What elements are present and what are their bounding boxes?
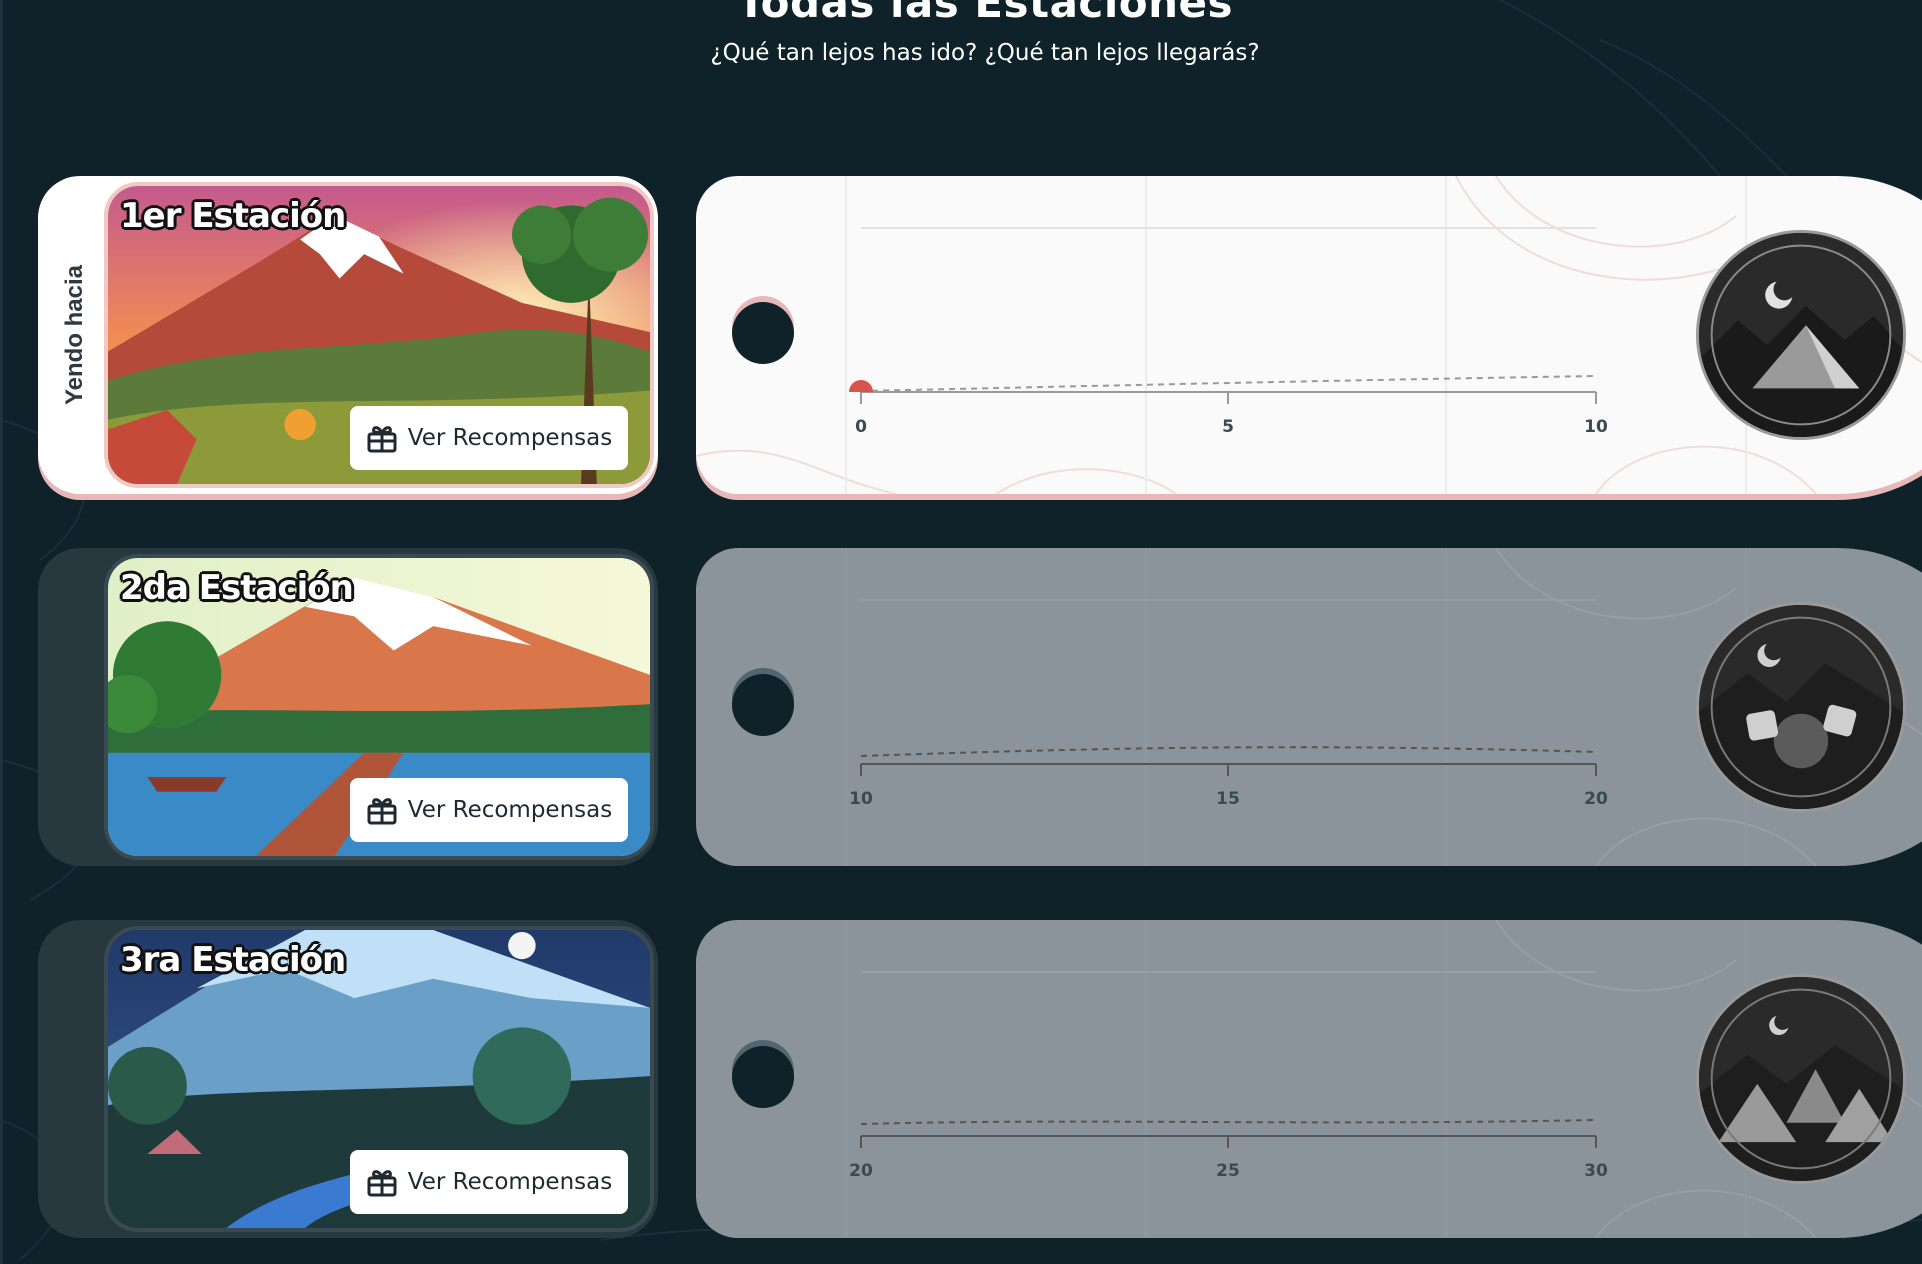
page-title: Todas las Estaciones (737, 0, 1233, 27)
gift-icon (367, 426, 397, 453)
view-rewards-label: Ver Recompensas (407, 1169, 613, 1195)
left-edge-border (0, 0, 3, 1264)
tick-label: 20 (849, 1161, 873, 1181)
station-1-image-card: Yendo hacia 1er Estación Ver Recompensas (38, 176, 658, 494)
tick-label: 20 (1584, 789, 1608, 809)
tick-label: 10 (1584, 417, 1608, 437)
station-3: 3ra Estación Ver Recompensas 20 25 30 (38, 920, 1922, 1238)
station-1-progress-card: 0 5 10 (696, 176, 1922, 494)
tick-label: 30 (1584, 1161, 1608, 1181)
view-rewards-button[interactable]: Ver Recompensas (350, 406, 628, 470)
station-2-title: 2da Estación (120, 568, 354, 608)
page-subtitle: ¿Qué tan lejos has ido? ¿Qué tan lejos l… (710, 40, 1260, 66)
gift-icon (367, 798, 397, 825)
tick-label: 5 (1222, 417, 1234, 437)
station-1: Yendo hacia 1er Estación Ver Recompensas… (38, 176, 1922, 494)
station-2: 2da Estación Ver Recompensas 10 15 20 (38, 548, 1922, 866)
gift-icon (367, 1170, 397, 1197)
station-1-title: 1er Estación (120, 196, 346, 236)
station-3-title: 3ra Estación (120, 940, 346, 980)
campsite-tents-icon (1696, 974, 1906, 1184)
view-rewards-label: Ver Recompensas (407, 797, 613, 823)
tick-label: 0 (855, 417, 867, 437)
view-rewards-button[interactable]: Ver Recompensas (350, 778, 628, 842)
page-heading: Todas las Estaciones ¿Qué tan lejos has … (0, 0, 1922, 66)
going-to-label: Yendo hacia (61, 264, 88, 406)
campfire-icon (1696, 602, 1906, 812)
progress-marker (849, 380, 873, 392)
station-3-progress-card: 20 25 30 (696, 920, 1922, 1238)
view-rewards-label: Ver Recompensas (407, 425, 613, 451)
tick-label: 15 (1216, 789, 1240, 809)
station-3-image-card: 3ra Estación Ver Recompensas (38, 920, 658, 1238)
tick-label: 10 (849, 789, 873, 809)
station-2-progress-card: 10 15 20 (696, 548, 1922, 866)
view-rewards-button[interactable]: Ver Recompensas (350, 1150, 628, 1214)
tent-night-icon (1696, 230, 1906, 440)
station-2-image-card: 2da Estación Ver Recompensas (38, 548, 658, 866)
tick-label: 25 (1216, 1161, 1240, 1181)
